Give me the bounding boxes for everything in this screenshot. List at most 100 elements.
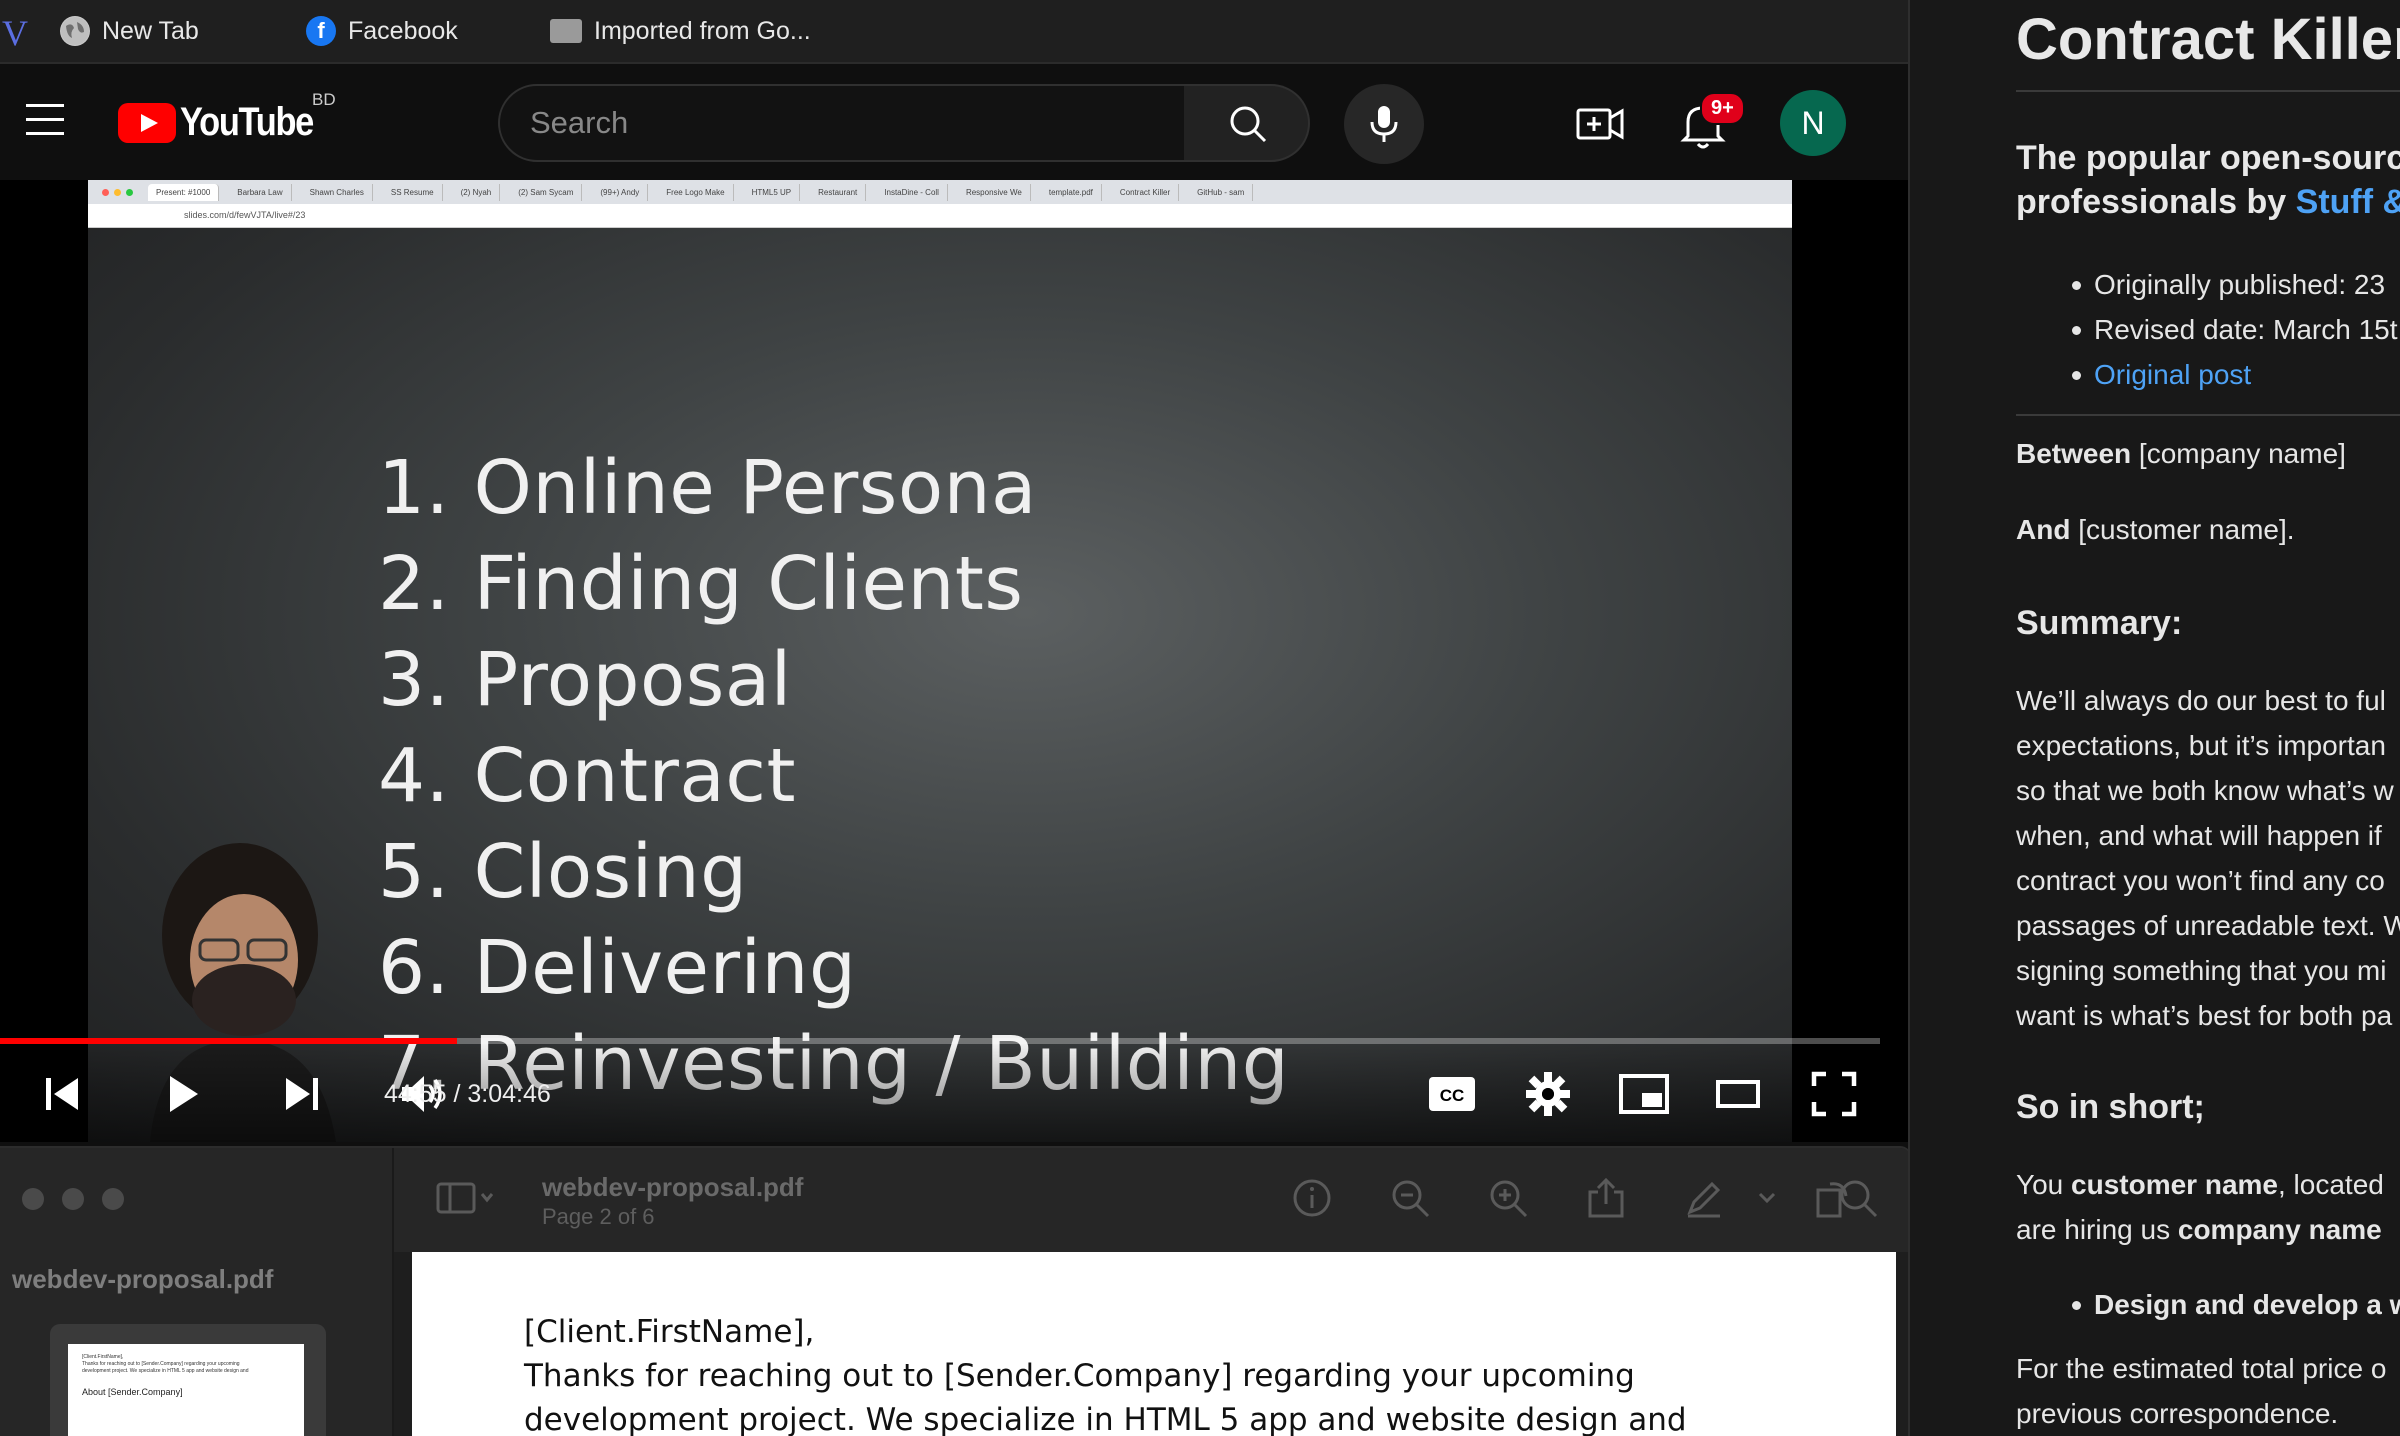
youtube-logo[interactable]: YouTube: [118, 100, 335, 145]
between-label: Between: [2016, 438, 2132, 469]
search-icon[interactable]: [1838, 1178, 1878, 1218]
short-heading: So in short;: [2016, 1088, 2205, 1126]
voice-search-button[interactable]: [1344, 84, 1424, 164]
bookmark-new-tab[interactable]: New Tab: [60, 0, 199, 63]
player-controls: 44:55 / 3:04:46 CC: [0, 1044, 1908, 1142]
document-title: Contract Killer: [2016, 7, 2400, 72]
pdf-text-line: Thanks for reaching out to [Sender.Compa…: [524, 1358, 1635, 1394]
sidebar-toggle-icon[interactable]: [436, 1178, 496, 1218]
thumbnail-text-line: Thanks for reaching out to [Sender.Compa…: [82, 1361, 240, 1367]
price-line: For the estimated total price o: [2016, 1353, 2387, 1384]
account-avatar[interactable]: N: [1780, 90, 1846, 156]
zoom-out-icon[interactable]: [1390, 1178, 1430, 1218]
globe-icon: [60, 16, 90, 46]
next-button[interactable]: [274, 1066, 330, 1122]
captions-button[interactable]: CC: [1424, 1066, 1480, 1122]
summary-line: We’ll always do our best to ful: [2016, 685, 2386, 716]
play-button[interactable]: [154, 1066, 210, 1122]
previous-button[interactable]: [34, 1066, 90, 1122]
microphone-icon: [1370, 106, 1398, 142]
summary-line: contract you won’t find any co: [2016, 865, 2385, 896]
bookmark-folder-imported[interactable]: Imported from Go...: [550, 0, 811, 63]
meta-item: Originally published: 23: [2016, 262, 2398, 307]
facebook-icon: f: [306, 16, 336, 46]
page-thumbnail[interactable]: [Client.FirstName], Thanks for reaching …: [50, 1324, 326, 1436]
pdf-text-line: [Client.FirstName],: [524, 1314, 815, 1350]
summary-paragraph: We’ll always do our best to ful expectat…: [2016, 678, 2400, 1038]
author-link[interactable]: Stuff &: [2296, 183, 2400, 221]
menu-icon[interactable]: [26, 104, 64, 138]
thumbnail-heading: About [Sender.Company]: [82, 1387, 183, 1397]
info-icon[interactable]: [1292, 1178, 1332, 1218]
region-code: BD: [312, 90, 336, 109]
youtube-wordmark: YouTube: [180, 100, 314, 144]
summary-line: expectations, but it’s importan: [2016, 730, 2386, 761]
and-label: And: [2016, 514, 2071, 545]
slide-item: 1. Online Persona: [378, 445, 1037, 531]
gear-icon: [1526, 1072, 1570, 1116]
miniplayer-button[interactable]: [1616, 1066, 1672, 1122]
share-icon[interactable]: [1586, 1178, 1626, 1218]
page-thumbnail-image: [Client.FirstName], Thanks for reaching …: [68, 1344, 304, 1436]
slide-item: 4. Contract: [378, 733, 796, 819]
subtitle-line: The popular open-sourc: [2016, 139, 2400, 177]
sidebar-document-title: webdev-proposal.pdf: [12, 1264, 274, 1294]
pdf-page: [Client.FirstName], Thanks for reaching …: [412, 1252, 1896, 1436]
folder-icon: [550, 19, 582, 43]
scope-list: Design and develop a w: [2016, 1282, 2400, 1327]
summary-line: passages of unreadable text. W: [2016, 910, 2400, 941]
and-value: [customer name].: [2070, 514, 2295, 545]
slide-item: 6. Delivering: [378, 925, 857, 1011]
search-input[interactable]: [500, 86, 1184, 160]
miniplayer-icon: [1619, 1074, 1669, 1114]
search-button[interactable]: [1184, 84, 1310, 162]
meta-list: Originally published: 23 Revised date: M…: [2016, 262, 2398, 397]
subtitle-prefix: professionals by: [2016, 183, 2296, 221]
close-window-button[interactable]: [22, 1188, 44, 1210]
fullscreen-button[interactable]: [1806, 1066, 1862, 1122]
summary-line: want is what’s best for both pa: [2016, 1000, 2393, 1031]
zoom-in-icon[interactable]: [1488, 1178, 1528, 1218]
recorded-address-bar: slides.com/d/fewVJTA/live#/23: [88, 204, 1792, 228]
document-pane: Contract Killer The popular open-sourc p…: [1908, 0, 2400, 1436]
preview-sidebar: webdev-proposal.pdf [Client.FirstName], …: [0, 1148, 394, 1436]
settings-button[interactable]: [1520, 1066, 1576, 1122]
youtube-header: YouTube BD 9+ N: [0, 64, 1908, 180]
time-display: 44:55 / 3:04:46: [384, 1080, 551, 1108]
svg-text:CC: CC: [1440, 1086, 1465, 1105]
zoom-window-button[interactable]: [102, 1188, 124, 1210]
short-line: You customer name, located: [2016, 1169, 2384, 1200]
between-line: Between [company name]: [2016, 438, 2346, 470]
slide-item: 2. Finding Clients: [378, 541, 1024, 627]
skip-previous-icon: [46, 1078, 78, 1110]
chevron-down-icon[interactable]: [1752, 1178, 1782, 1218]
summary-line: when, and what will happen if: [2016, 820, 2382, 851]
markup-pen-icon[interactable]: [1684, 1178, 1724, 1218]
bookmark-label: Facebook: [348, 16, 458, 45]
notification-count-badge: 9+: [1700, 92, 1745, 125]
bookmark-facebook[interactable]: f Facebook: [306, 0, 458, 63]
scope-item: Design and develop a w: [2016, 1282, 2400, 1327]
closed-captions-icon: CC: [1429, 1077, 1475, 1111]
create-video-button[interactable]: [1574, 98, 1626, 150]
video-player[interactable]: Present: #1000 Barbara Law Shawn Charles SS…: [0, 180, 1908, 1142]
minimize-window-button[interactable]: [62, 1188, 84, 1210]
meta-item: Original post: [2016, 352, 2398, 397]
youtube-play-icon: [118, 102, 176, 143]
slide-item: 3. Proposal: [378, 637, 792, 723]
short-paragraph: You customer name, located are hiring us…: [2016, 1162, 2384, 1252]
theater-mode-button[interactable]: [1710, 1066, 1766, 1122]
preview-toolbar: webdev-proposal.pdf Page 2 of 6: [394, 1148, 1908, 1252]
play-icon: [170, 1076, 198, 1112]
skip-next-icon: [286, 1078, 318, 1110]
theater-mode-icon: [1716, 1080, 1760, 1108]
search-box: [498, 84, 1186, 162]
price-paragraph: For the estimated total price o previous…: [2016, 1346, 2386, 1436]
original-post-link[interactable]: Original post: [2094, 359, 2251, 390]
page-indicator: Page 2 of 6: [542, 1204, 655, 1229]
bookmark-label: New Tab: [102, 16, 199, 45]
summary-line: so that we both know what’s w: [2016, 775, 2394, 806]
pdf-preview-window: webdev-proposal.pdf [Client.FirstName], …: [0, 1146, 1908, 1436]
summary-line: signing something that you mi: [2016, 955, 2387, 986]
browser-window: V New Tab f Facebook Imported from Go...…: [0, 0, 1908, 1436]
